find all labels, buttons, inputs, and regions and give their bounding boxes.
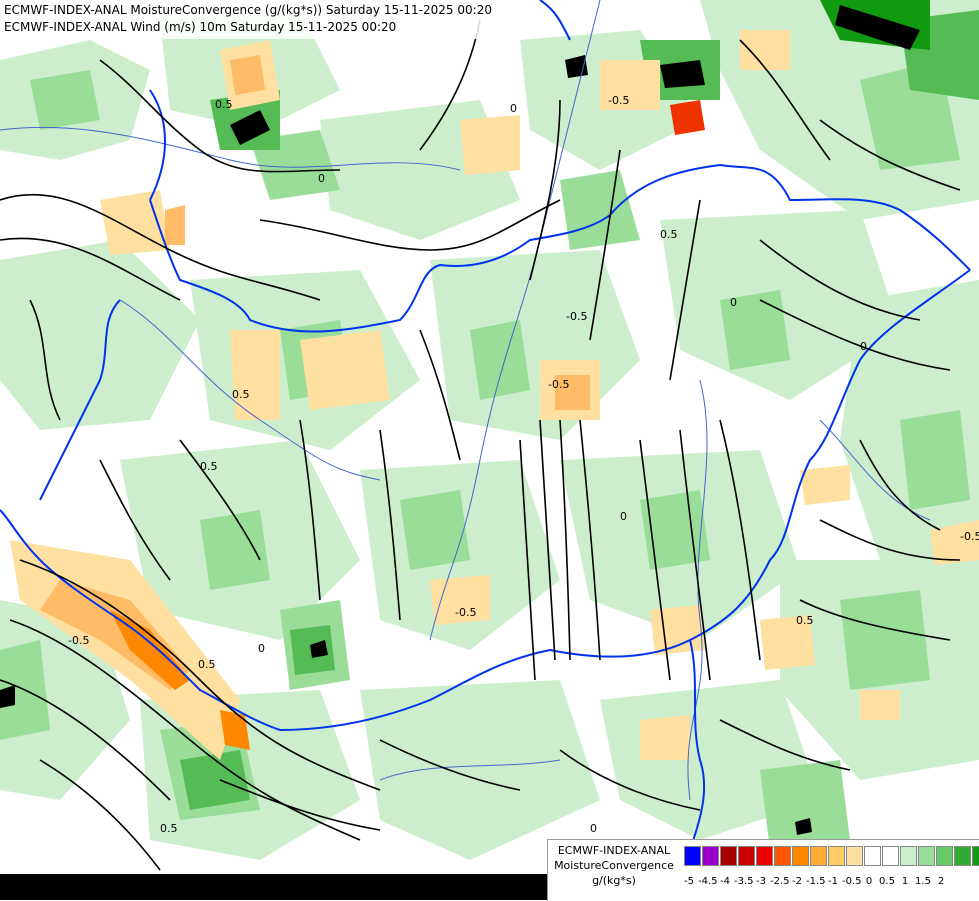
legend-unit: g/(kg*s): [592, 874, 636, 887]
contour-label: 0: [510, 102, 517, 115]
legend-tick-label: -2.5: [770, 876, 790, 887]
legend-swatch: [738, 846, 755, 866]
contour-label: -0.5: [548, 378, 569, 391]
legend-swatch: [792, 846, 809, 866]
contour-label: 0: [258, 642, 265, 655]
legend-swatch: [864, 846, 881, 866]
header-title-convergence: ECMWF-INDEX-ANAL MoistureConvergence (g/…: [4, 3, 492, 17]
legend-title-model: ECMWF-INDEX-ANAL: [557, 844, 671, 857]
legend-tick-label: 1: [901, 876, 909, 887]
contour-label: 0: [620, 510, 627, 523]
legend-tick-label: 0: [865, 876, 873, 887]
contour-label: 0: [590, 822, 597, 835]
contour-label: -0.5: [608, 94, 629, 107]
contour-label: -0.5: [455, 606, 476, 619]
legend-swatch: [720, 846, 737, 866]
contour-label: 0: [318, 172, 325, 185]
bottom-bar: [0, 874, 547, 900]
contour-label: -0.5: [566, 310, 587, 323]
map-header: ECMWF-INDEX-ANAL MoistureConvergence (g/…: [0, 0, 496, 39]
legend-swatch: [702, 846, 719, 866]
legend-swatch: [810, 846, 827, 866]
legend-tick-label: -3: [756, 876, 766, 887]
legend-tick-label: -3.5: [734, 876, 754, 887]
legend-title-variable: MoistureConvergence: [554, 859, 674, 872]
legend-tick-label: 1.5: [915, 876, 931, 887]
weather-map: 0 0.5 -0.5 0 0.5 -0.5 0 0.5 -0.5 0 0.5 -…: [0, 0, 979, 900]
legend-swatch: [756, 846, 773, 866]
legend-tick-label: -4.5: [698, 876, 718, 887]
legend-swatch: [828, 846, 845, 866]
contour-label: 0.5: [796, 614, 814, 627]
legend-swatch: [684, 846, 701, 866]
legend-tick-label: -4: [720, 876, 730, 887]
contour-label: 0.5: [660, 228, 678, 241]
legend-swatch: [972, 846, 979, 866]
contour-label: 0.5: [200, 460, 218, 473]
contour-label: 0.5: [232, 388, 250, 401]
legend-swatches: [684, 846, 979, 866]
legend-tick-label: -1.5: [806, 876, 826, 887]
header-title-wind: ECMWF-INDEX-ANAL Wind (m/s) 10m Saturday…: [4, 20, 397, 34]
contour-label: 0: [860, 340, 867, 353]
contour-label: -0.5: [68, 634, 89, 647]
contour-label: 0.5: [215, 98, 233, 111]
contour-label: 0.5: [198, 658, 216, 671]
legend-swatch: [774, 846, 791, 866]
contour-label: 0: [730, 296, 737, 309]
legend-swatch: [954, 846, 971, 866]
legend-tick-label: -1: [828, 876, 838, 887]
legend-swatch: [936, 846, 953, 866]
legend-swatch: [918, 846, 935, 866]
legend-tick-label: 2: [937, 876, 945, 887]
contour-label: 0.5: [160, 822, 178, 835]
color-legend: ECMWF-INDEX-ANAL MoistureConvergence g/(…: [547, 839, 979, 901]
legend-swatch: [846, 846, 863, 866]
legend-ticks: -5 -4.5 -4 -3.5 -3 -2.5 -2 -1.5 -1 -0.5 0 0.5 1 1.5 2: [680, 876, 950, 887]
legend-tick-label: 0.5: [879, 876, 895, 887]
legend-tick-label: -5: [684, 876, 694, 887]
legend-tick-label: -0.5: [842, 876, 862, 887]
legend-tick-label: -2: [792, 876, 802, 887]
legend-title: ECMWF-INDEX-ANAL MoistureConvergence g/(…: [548, 843, 680, 888]
contour-label: -0.5: [960, 530, 979, 543]
legend-swatch: [900, 846, 917, 866]
legend-swatch: [882, 846, 899, 866]
